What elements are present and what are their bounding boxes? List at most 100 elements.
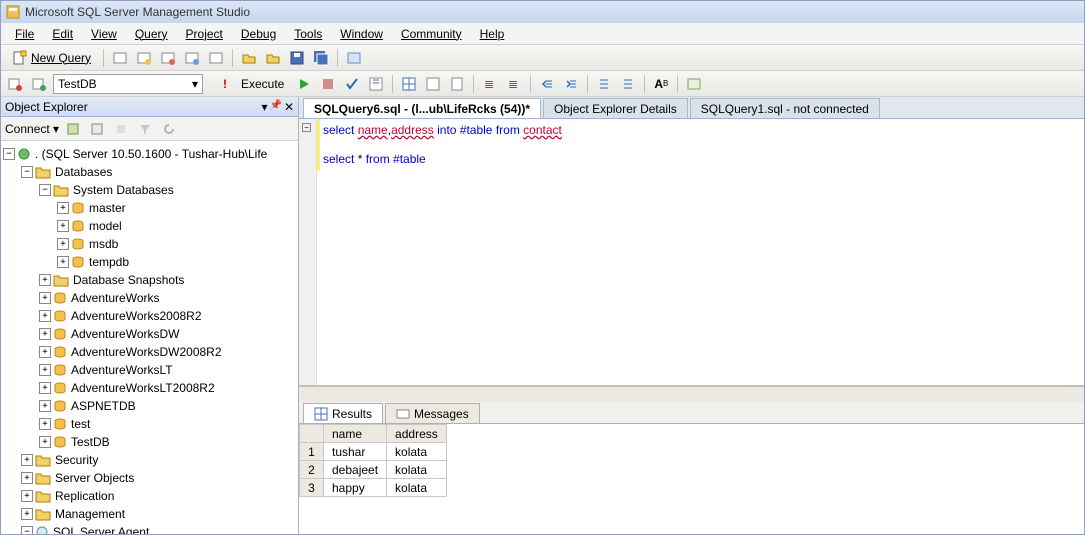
tree-db-model[interactable]: +model	[1, 217, 298, 235]
menu-project[interactable]: Project	[178, 25, 231, 43]
tree-node-AdventureWorks[interactable]: +AdventureWorks	[1, 289, 298, 307]
outdent-icon[interactable]	[594, 74, 614, 94]
tree-node-test[interactable]: +test	[1, 415, 298, 433]
col-header-address[interactable]: address	[387, 425, 447, 443]
cell-name[interactable]: tushar	[324, 443, 387, 461]
indent2-icon[interactable]	[618, 74, 638, 94]
tree-node-AdventureWorksLT2008R2[interactable]: +AdventureWorksLT2008R2	[1, 379, 298, 397]
table-row[interactable]: 1tusharkolata	[300, 443, 447, 461]
tree-node-Security[interactable]: +Security	[1, 451, 298, 469]
menu-view[interactable]: View	[83, 25, 125, 43]
menu-window[interactable]: Window	[332, 25, 391, 43]
expander-icon[interactable]: +	[21, 454, 33, 466]
toolbar-icon-3[interactable]	[158, 48, 178, 68]
expander-icon[interactable]: +	[39, 382, 51, 394]
database-selector[interactable]: TestDB ▾	[53, 74, 203, 94]
comment-icon[interactable]: ≣	[480, 74, 500, 94]
menu-file[interactable]: File	[7, 25, 42, 43]
tree-node-AdventureWorks2008R2[interactable]: +AdventureWorks2008R2	[1, 307, 298, 325]
parse-icon[interactable]	[342, 74, 362, 94]
filter-icon[interactable]	[135, 119, 155, 139]
cell-address[interactable]: kolata	[387, 443, 447, 461]
toolbar-icon-2[interactable]	[134, 48, 154, 68]
toolbar-icon-ext[interactable]	[344, 48, 364, 68]
save-icon[interactable]	[287, 48, 307, 68]
expander-icon[interactable]: +	[21, 508, 33, 520]
connect-button[interactable]: Connect ▾	[5, 122, 59, 136]
table-row[interactable]: 2debajeetkolata	[300, 461, 447, 479]
indent-dec-icon[interactable]	[537, 74, 557, 94]
open-folder-icon[interactable]	[263, 48, 283, 68]
menu-help[interactable]: Help	[472, 25, 513, 43]
expander-icon[interactable]: −	[39, 184, 51, 196]
tree-node-AdventureWorksDW2008R2[interactable]: +AdventureWorksDW2008R2	[1, 343, 298, 361]
tree-node-AdventureWorksLT[interactable]: +AdventureWorksLT	[1, 361, 298, 379]
display-plan-icon[interactable]	[366, 74, 386, 94]
tree-db-master[interactable]: +master	[1, 199, 298, 217]
save-all-icon[interactable]	[311, 48, 331, 68]
tree-db-msdb[interactable]: +msdb	[1, 235, 298, 253]
expander-icon[interactable]: −	[21, 526, 33, 534]
connect-icon-3[interactable]	[111, 119, 131, 139]
tree-db-tempdb[interactable]: +tempdb	[1, 253, 298, 271]
col-header-name[interactable]: name	[324, 425, 387, 443]
toolbar-icon-5[interactable]	[206, 48, 226, 68]
tree-node-ASPNETDB[interactable]: +ASPNETDB	[1, 397, 298, 415]
expander-icon[interactable]: +	[39, 328, 51, 340]
horizontal-scrollbar[interactable]	[299, 386, 1084, 402]
expander-icon[interactable]: +	[39, 310, 51, 322]
specify-values-icon[interactable]	[684, 74, 704, 94]
tree-server-root[interactable]: − . (SQL Server 10.50.1600 - Tushar-Hub\…	[1, 145, 298, 163]
cell-address[interactable]: kolata	[387, 461, 447, 479]
tree-node-Management[interactable]: +Management	[1, 505, 298, 523]
toolbar-icon-1[interactable]	[110, 48, 130, 68]
object-tree[interactable]: − . (SQL Server 10.50.1600 - Tushar-Hub\…	[1, 141, 298, 534]
expander-icon[interactable]: +	[21, 472, 33, 484]
close-icon[interactable]: ✕	[284, 100, 294, 114]
cell-name[interactable]: happy	[324, 479, 387, 497]
tree-node-AdventureWorksDW[interactable]: +AdventureWorksDW	[1, 325, 298, 343]
expander-icon[interactable]: +	[39, 364, 51, 376]
tree-databases[interactable]: − Databases	[1, 163, 298, 181]
code-content[interactable]: select name,address into #table from con…	[317, 119, 1084, 385]
expander-icon[interactable]: +	[39, 418, 51, 430]
toolbar-icon-4[interactable]	[182, 48, 202, 68]
dropdown-icon[interactable]: ▾	[261, 100, 267, 114]
tree-node-Database-Snapshots[interactable]: +Database Snapshots	[1, 271, 298, 289]
table-row[interactable]: 3happykolata	[300, 479, 447, 497]
uncomment-icon[interactable]: ≣	[504, 74, 524, 94]
text-results-icon[interactable]	[423, 74, 443, 94]
connect-icon-2[interactable]	[87, 119, 107, 139]
pin-icon[interactable]: 📌	[269, 100, 281, 114]
cell-name[interactable]: debajeet	[324, 461, 387, 479]
expander-icon[interactable]: +	[39, 274, 51, 286]
expander-icon[interactable]: +	[39, 436, 51, 448]
expander-icon[interactable]: +	[21, 490, 33, 502]
debug-run-icon[interactable]	[294, 74, 314, 94]
tree-node-Replication[interactable]: +Replication	[1, 487, 298, 505]
menu-query[interactable]: Query	[127, 25, 176, 43]
stop-icon[interactable]	[318, 74, 338, 94]
collapse-icon[interactable]: −	[302, 123, 311, 132]
connect-icon-1[interactable]	[63, 119, 83, 139]
tree-node-TestDB[interactable]: +TestDB	[1, 433, 298, 451]
cell-address[interactable]: kolata	[387, 479, 447, 497]
expander-icon[interactable]: +	[57, 220, 69, 232]
menu-debug[interactable]: Debug	[233, 25, 284, 43]
font-icon[interactable]: AB	[651, 74, 671, 94]
tree-node-Server-Objects[interactable]: +Server Objects	[1, 469, 298, 487]
code-editor[interactable]: − select name,address into #table from c…	[299, 119, 1084, 386]
refresh-icon[interactable]	[159, 119, 179, 139]
expander-icon[interactable]: +	[39, 400, 51, 412]
results-tab[interactable]: Results	[303, 403, 383, 423]
tab-sqlquery1[interactable]: SQLQuery1.sql - not connected	[690, 98, 880, 118]
indent-inc-icon[interactable]	[561, 74, 581, 94]
tree-system-databases[interactable]: − System Databases	[1, 181, 298, 199]
grid-results-icon[interactable]	[399, 74, 419, 94]
expander-icon[interactable]: +	[39, 346, 51, 358]
tab-active[interactable]: SQLQuery6.sql - (l...ub\LifeRcks (54))*	[303, 98, 541, 118]
open-file-icon[interactable]	[239, 48, 259, 68]
menu-tools[interactable]: Tools	[286, 25, 330, 43]
expander-icon[interactable]: +	[57, 238, 69, 250]
file-results-icon[interactable]	[447, 74, 467, 94]
